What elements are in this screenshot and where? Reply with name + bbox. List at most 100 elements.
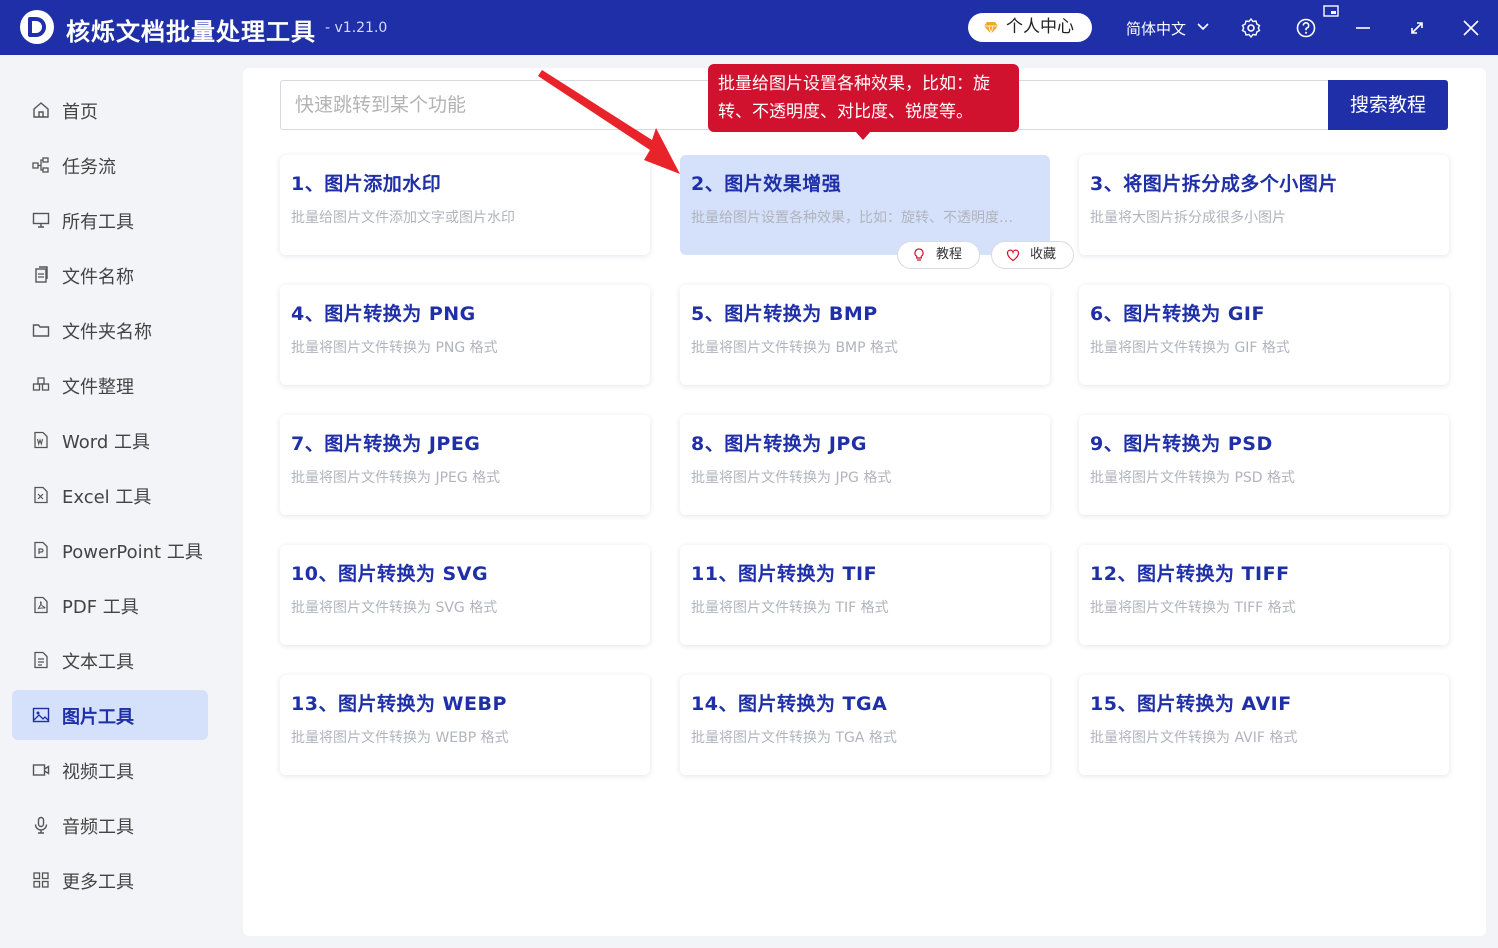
workflow-icon	[32, 157, 49, 173]
tool-card-desc: 批量将图片文件转换为 TIF 格式	[691, 600, 889, 616]
tool-card-desc: 批量将图片文件转换为 JPG 格式	[691, 470, 892, 486]
user-center-button[interactable]: 个人中心	[968, 13, 1092, 42]
language-select[interactable]: 简体中文	[1126, 18, 1186, 39]
lightbulb-icon	[914, 248, 924, 261]
sidebar-item-word[interactable]: Word 工具	[12, 415, 208, 465]
heart-icon	[1006, 249, 1020, 262]
tool-card-desc: 批量将图片文件转换为 GIF 格式	[1090, 340, 1290, 356]
tool-card[interactable]: 8、图片转换为 JPG 批量将图片文件转换为 JPG 格式	[680, 415, 1050, 515]
search-tutorial-button[interactable]: 搜索教程	[1328, 80, 1448, 130]
powerpoint-icon	[34, 541, 48, 559]
tool-card-desc: 批量将图片文件转换为 JPEG 格式	[291, 470, 501, 486]
tool-card[interactable]: 14、图片转换为 TGA 批量将图片文件转换为 TGA 格式	[680, 675, 1050, 775]
tool-card-desc: 批量给图片设置各种效果，比如：旋转、不透明度…	[691, 210, 1013, 226]
tool-card-title: 5、图片转换为 BMP	[691, 303, 878, 325]
mic-icon	[34, 816, 48, 834]
word-icon	[34, 431, 48, 449]
user-center-label: 个人中心	[1006, 17, 1074, 37]
sidebar-item-text[interactable]: 文本工具	[12, 635, 208, 685]
tool-card[interactable]: 10、图片转换为 SVG 批量将图片文件转换为 SVG 格式	[280, 545, 650, 645]
tool-card-desc: 批量将图片文件转换为 WEBP 格式	[291, 730, 509, 746]
tool-card-title: 10、图片转换为 SVG	[291, 563, 489, 585]
tool-card[interactable]: 9、图片转换为 PSD 批量将图片文件转换为 PSD 格式	[1079, 415, 1449, 515]
app-logo-icon	[20, 10, 54, 44]
video-icon	[32, 764, 50, 776]
annotation-arrow-icon	[538, 70, 680, 174]
sidebar-item-pdf[interactable]: PDF 工具	[12, 580, 208, 630]
tool-card[interactable]: 11、图片转换为 TIF 批量将图片文件转换为 TIF 格式	[680, 545, 1050, 645]
tool-card-title: 6、图片转换为 GIF	[1090, 303, 1265, 325]
tool-card-title: 13、图片转换为 WEBP	[291, 693, 507, 715]
tooltip-line: 批量给图片设置各种效果，比如：旋	[718, 74, 990, 94]
tool-card-title: 3、将图片拆分成多个小图片	[1090, 173, 1338, 195]
sidebar-item-video[interactable]: 视频工具	[12, 745, 208, 795]
favorite-button[interactable]: 收藏	[991, 241, 1074, 269]
sidebar: 首页 任务流 所有工具 文件名称 文件夹名称 文件整理 Word 工具 Exce…	[0, 55, 220, 948]
chevron-down-icon[interactable]	[1196, 20, 1210, 34]
sidebar-item-home[interactable]: 首页	[12, 85, 208, 135]
image-icon	[32, 707, 50, 723]
diamond-icon	[984, 22, 998, 34]
favorite-label: 收藏	[1030, 247, 1057, 262]
sidebar-item-excel[interactable]: Excel 工具	[12, 470, 208, 520]
sidebar-item-file-name[interactable]: 文件名称	[12, 250, 208, 300]
sidebar-item-file-organize[interactable]: 文件整理	[12, 360, 208, 410]
sidebar-item-image[interactable]: 图片工具	[12, 690, 208, 740]
mini-window-icon[interactable]	[1323, 5, 1339, 19]
tool-card-title: 1、图片添加水印	[291, 173, 442, 195]
minimize-icon[interactable]	[1352, 17, 1374, 39]
sidebar-item-folder-name[interactable]: 文件夹名称	[12, 305, 208, 355]
sidebar-item-label: 文件整理	[62, 377, 134, 398]
pdf-icon	[34, 596, 48, 614]
sidebar-item-workflow[interactable]: 任务流	[12, 140, 208, 190]
tool-card[interactable]: 3、将图片拆分成多个小图片 批量将大图片拆分成很多小图片	[1079, 155, 1449, 255]
sidebar-item-more[interactable]: 更多工具	[12, 855, 208, 905]
tool-card-desc: 批量将大图片拆分成很多小图片	[1090, 210, 1286, 226]
tool-card-active[interactable]: 2、图片效果增强 批量给图片设置各种效果，比如：旋转、不透明度…	[680, 155, 1050, 255]
organize-icon	[32, 377, 50, 391]
sidebar-item-label: 更多工具	[62, 872, 134, 893]
sidebar-item-label: PowerPoint 工具	[62, 542, 203, 563]
folder-icon	[32, 324, 50, 337]
tool-card[interactable]: 4、图片转换为 PNG 批量将图片文件转换为 PNG 格式	[280, 285, 650, 385]
file-copy-icon	[35, 266, 48, 283]
tool-card-desc: 批量将图片文件转换为 AVIF 格式	[1090, 730, 1298, 746]
close-icon[interactable]	[1460, 17, 1482, 39]
sidebar-item-label: Excel 工具	[62, 487, 152, 508]
tool-card-desc: 批量将图片文件转换为 SVG 格式	[291, 600, 498, 616]
home-icon	[33, 102, 49, 118]
tool-card[interactable]: 12、图片转换为 TIFF 批量将图片文件转换为 TIFF 格式	[1079, 545, 1449, 645]
tooltip-line: 转、不透明度、对比度、锐度等。	[718, 102, 973, 122]
tool-card[interactable]: 6、图片转换为 GIF 批量将图片文件转换为 GIF 格式	[1079, 285, 1449, 385]
sidebar-item-label: 任务流	[62, 157, 116, 178]
tool-card[interactable]: 7、图片转换为 JPEG 批量将图片文件转换为 JPEG 格式	[280, 415, 650, 515]
tool-card-desc: 批量将图片文件转换为 BMP 格式	[691, 340, 899, 356]
help-icon[interactable]	[1295, 17, 1317, 39]
tool-card-desc: 批量将图片文件转换为 TGA 格式	[691, 730, 897, 746]
sidebar-item-powerpoint[interactable]: PowerPoint 工具	[12, 525, 208, 575]
app-title: 核烁文档批量处理工具	[66, 18, 316, 46]
text-icon	[34, 651, 48, 669]
tool-card-title: 9、图片转换为 PSD	[1090, 433, 1273, 455]
tool-card[interactable]: 5、图片转换为 BMP 批量将图片文件转换为 BMP 格式	[680, 285, 1050, 385]
sidebar-item-label: 音频工具	[62, 817, 134, 838]
tool-card-title: 4、图片转换为 PNG	[291, 303, 476, 325]
tutorial-button[interactable]: 教程	[897, 241, 980, 269]
sidebar-item-label: 文件名称	[62, 267, 134, 288]
monitor-icon	[32, 212, 50, 228]
tool-card-title: 7、图片转换为 JPEG	[291, 433, 481, 455]
sidebar-item-label: 文件夹名称	[62, 322, 152, 343]
sidebar-item-audio[interactable]: 音频工具	[12, 800, 208, 850]
sidebar-item-all-tools[interactable]: 所有工具	[12, 195, 208, 245]
sidebar-item-label: Word 工具	[62, 432, 150, 453]
tutorial-label: 教程	[936, 247, 963, 262]
tool-card-title: 15、图片转换为 AVIF	[1090, 693, 1292, 715]
tool-card[interactable]: 15、图片转换为 AVIF 批量将图片文件转换为 AVIF 格式	[1079, 675, 1449, 775]
tool-card[interactable]: 13、图片转换为 WEBP 批量将图片文件转换为 WEBP 格式	[280, 675, 650, 775]
tooltip: 批量给图片设置各种效果，比如：旋 转、不透明度、对比度、锐度等。	[708, 64, 1019, 132]
settings-icon[interactable]	[1240, 17, 1262, 39]
tool-card-desc: 批量将图片文件转换为 TIFF 格式	[1090, 600, 1296, 616]
maximize-icon[interactable]	[1406, 17, 1428, 39]
tool-card-desc: 批量给图片文件添加文字或图片水印	[291, 210, 515, 226]
tool-card-title: 12、图片转换为 TIFF	[1090, 563, 1290, 585]
